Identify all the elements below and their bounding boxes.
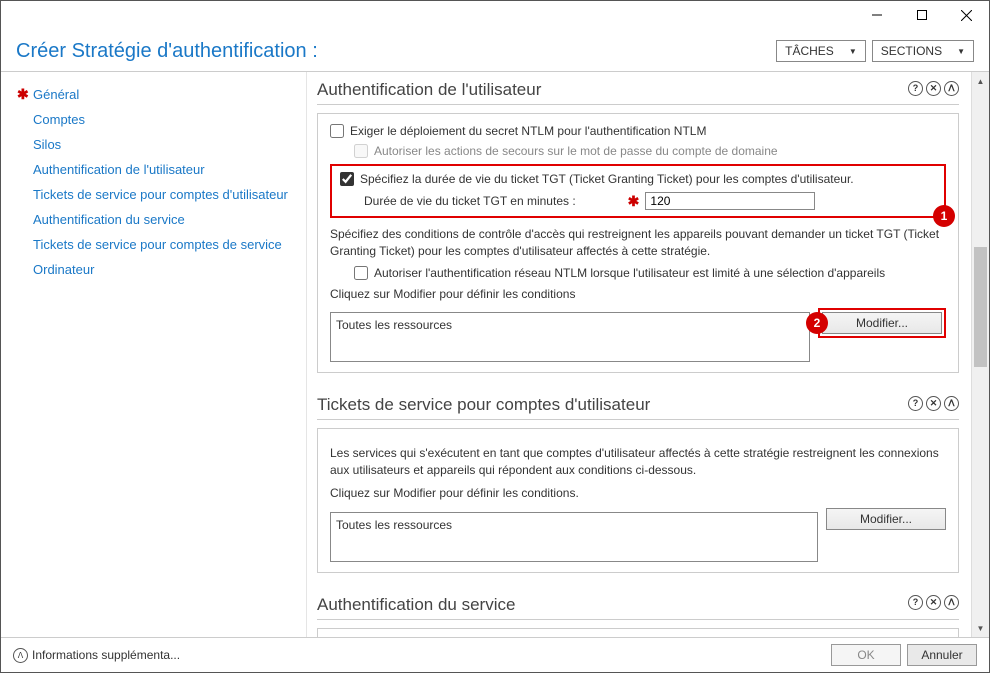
highlight-box-1: Spécifiez la durée de vie du ticket TGT … (330, 164, 946, 218)
annotation-badge-1: 1 (933, 205, 955, 227)
click-modify-text: Cliquez sur Modifier pour définir les co… (330, 286, 946, 303)
window: Créer Stratégie d'authentification : TÂC… (0, 0, 990, 673)
section-header-tickets: Tickets de service pour comptes d'utilis… (317, 387, 959, 420)
scroll-up-icon[interactable]: ▲ (972, 72, 989, 90)
ntlm-label: Exiger le déploiement du secret NTLM pou… (350, 124, 706, 138)
page-title: Créer Stratégie d'authentification : (16, 40, 770, 63)
sections-dropdown[interactable]: SECTIONS ▼ (872, 40, 974, 62)
collapse-button[interactable]: ᐱ (944, 595, 959, 610)
sidebar-item-label: Ordinateur (33, 262, 94, 277)
sidebar-item-user-tickets[interactable]: ✱Tickets de service pour comptes d'utili… (11, 182, 306, 207)
ok-button[interactable]: OK (831, 644, 901, 666)
caret-down-icon: ▼ (957, 47, 965, 56)
sidebar-item-label: Authentification de l'utilisateur (33, 162, 205, 177)
modify-button[interactable]: Modifier... (822, 312, 942, 334)
section-box-service-auth (317, 628, 959, 637)
more-info-label: Informations supplémenta... (32, 648, 180, 662)
content-scroll: Authentification de l'utilisateur ? ✕ ᐱ … (307, 72, 969, 637)
tasks-label: TÂCHES (785, 44, 834, 58)
minimize-button[interactable] (854, 1, 899, 29)
sections-label: SECTIONS (881, 44, 942, 58)
reset-button[interactable]: ✕ (926, 81, 941, 96)
recovery-label: Autoriser les actions de secours sur le … (374, 144, 778, 158)
required-asterisk-icon: ✱ (628, 193, 640, 210)
scroll-down-icon[interactable]: ▼ (972, 619, 989, 637)
help-button[interactable]: ? (908, 81, 923, 96)
conditions-value: Toutes les ressources (336, 318, 452, 332)
sidebar-item-label: Général (33, 87, 79, 102)
chevron-up-icon: ᐱ (13, 648, 28, 663)
conditions-textbox[interactable]: Toutes les ressources (330, 312, 810, 362)
sidebar-item-silos[interactable]: ✱Silos (11, 132, 306, 157)
scroll-thumb[interactable] (974, 247, 987, 367)
tgt-minutes-input[interactable] (645, 192, 815, 210)
main-area: ✱Général ✱Comptes ✱Silos ✱Authentificati… (1, 71, 989, 637)
access-conditions-text: Spécifiez des conditions de contrôle d'a… (330, 226, 946, 260)
caret-down-icon: ▼ (849, 47, 857, 56)
reset-button[interactable]: ✕ (926, 595, 941, 610)
help-button[interactable]: ? (908, 396, 923, 411)
sidebar-item-label: Authentification du service (33, 212, 185, 227)
section-title: Tickets de service pour comptes d'utilis… (317, 387, 650, 419)
collapse-button[interactable]: ᐱ (944, 396, 959, 411)
titlebar (1, 1, 989, 31)
sidebar-item-user-auth[interactable]: ✱Authentification de l'utilisateur (11, 157, 306, 182)
modify-button[interactable]: Modifier... (826, 508, 946, 530)
vertical-scrollbar[interactable]: ▲ ▼ (971, 72, 989, 637)
help-button[interactable]: ? (908, 595, 923, 610)
limit-checkbox[interactable] (354, 266, 368, 280)
collapse-button[interactable]: ᐱ (944, 81, 959, 96)
navigation-sidebar: ✱ Général ✱Comptes ✱Silos ✱Authentificati… (1, 72, 306, 637)
section-box-tickets: Les services qui s'exécutent en tant que… (317, 428, 959, 572)
sidebar-item-label: Tickets de service pour comptes d'utilis… (33, 187, 288, 202)
tgt-minutes-label: Durée de vie du ticket TGT en minutes : (364, 194, 576, 208)
content-wrapper: Authentification de l'utilisateur ? ✕ ᐱ … (306, 72, 989, 637)
click-modify-text: Cliquez sur Modifier pour définir les co… (330, 485, 946, 502)
ntlm-checkbox[interactable] (330, 124, 344, 138)
close-icon (961, 10, 972, 21)
sidebar-item-service-auth[interactable]: ✱Authentification du service (11, 207, 306, 232)
tgt-checkbox[interactable] (340, 172, 354, 186)
header: Créer Stratégie d'authentification : TÂC… (1, 31, 989, 71)
section-title: Authentification de l'utilisateur (317, 72, 541, 104)
sidebar-item-label: Comptes (33, 112, 85, 127)
limit-label: Autoriser l'authentification réseau NTLM… (374, 266, 885, 280)
maximize-button[interactable] (899, 1, 944, 29)
conditions-value: Toutes les ressources (336, 518, 452, 532)
tickets-desc-text: Les services qui s'exécutent en tant que… (330, 445, 946, 479)
section-box-user-auth: Exiger le déploiement du secret NTLM pou… (317, 113, 959, 373)
cancel-button[interactable]: Annuler (907, 644, 977, 666)
sidebar-item-general[interactable]: ✱ Général (11, 82, 306, 107)
maximize-icon (917, 10, 927, 20)
close-button[interactable] (944, 1, 989, 29)
conditions-textbox[interactable]: Toutes les ressources (330, 512, 818, 562)
section-header-service-auth: Authentification du service ? ✕ ᐱ (317, 587, 959, 620)
required-asterisk-icon: ✱ (17, 86, 29, 103)
section-header-user-auth: Authentification de l'utilisateur ? ✕ ᐱ (317, 72, 959, 105)
more-info-expander[interactable]: ᐱ Informations supplémenta... (13, 648, 825, 663)
highlight-box-2: 2 Modifier... (818, 308, 946, 338)
recovery-checkbox[interactable] (354, 144, 368, 158)
reset-button[interactable]: ✕ (926, 396, 941, 411)
sidebar-item-accounts[interactable]: ✱Comptes (11, 107, 306, 132)
sidebar-item-label: Tickets de service pour comptes de servi… (33, 237, 282, 252)
tasks-dropdown[interactable]: TÂCHES ▼ (776, 40, 866, 62)
minimize-icon (872, 10, 882, 20)
section-title: Authentification du service (317, 587, 515, 619)
sidebar-item-label: Silos (33, 137, 61, 152)
sidebar-item-service-tickets[interactable]: ✱Tickets de service pour comptes de serv… (11, 232, 306, 257)
tgt-label: Spécifiez la durée de vie du ticket TGT … (360, 172, 854, 186)
footer-bar: ᐱ Informations supplémenta... OK Annuler (1, 637, 989, 672)
sidebar-item-computer[interactable]: ✱Ordinateur (11, 257, 306, 282)
